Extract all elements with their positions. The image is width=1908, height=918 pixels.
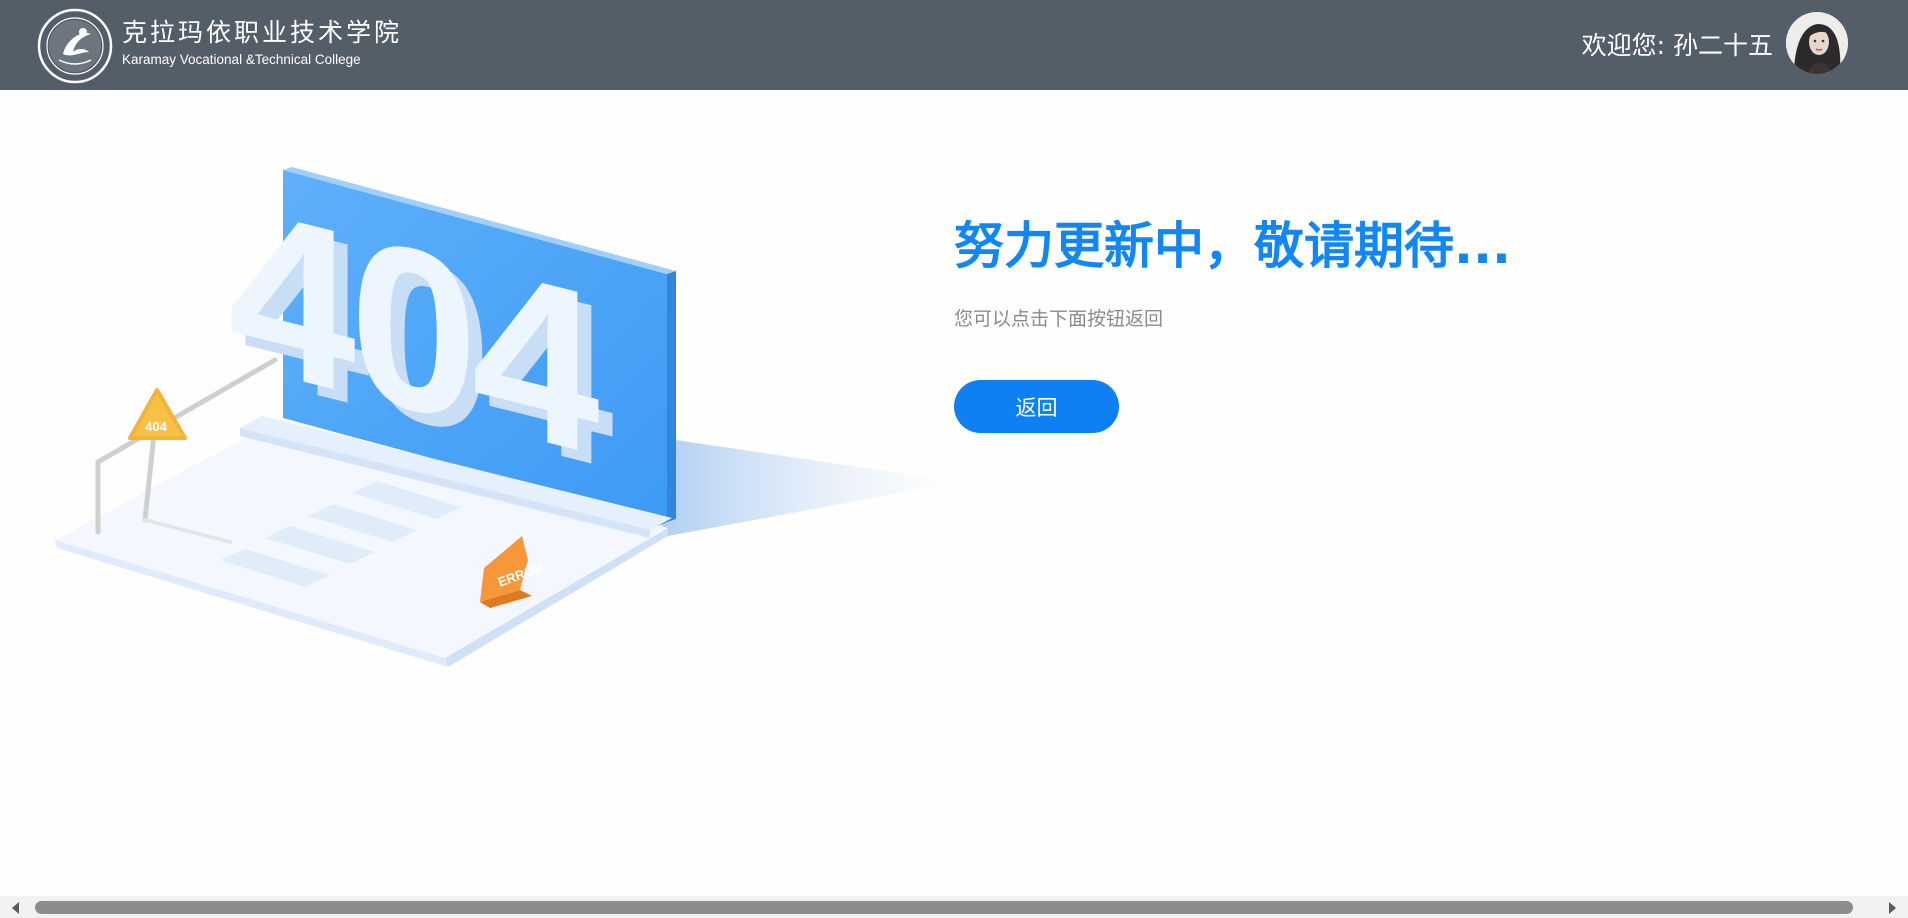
scroll-right-arrow-icon[interactable] [1889, 902, 1896, 914]
page-title: 努力更新中，敬请期待... [954, 217, 1511, 275]
user-avatar-icon [1786, 12, 1848, 74]
college-brand: 克拉玛依职业技术学院 Karamay Vocational &Technical… [122, 18, 402, 70]
college-name-en: Karamay Vocational &Technical College [122, 52, 361, 67]
back-button[interactable]: 返回 [954, 380, 1119, 433]
college-logo-icon[interactable] [37, 8, 113, 84]
top-header: 克拉玛依职业技术学院 Karamay Vocational &Technical… [0, 0, 1908, 90]
svg-text:404: 404 [145, 419, 167, 434]
welcome-text: 欢迎您: 孙二十五 [1581, 31, 1773, 60]
scroll-left-arrow-icon[interactable] [12, 902, 19, 914]
college-name-cn: 克拉玛依职业技术学院 [122, 18, 403, 47]
scrollbar-thumb[interactable] [35, 901, 1853, 914]
horizontal-scrollbar[interactable] [0, 896, 1908, 918]
404-illustration: 404 404 404 ERROR [55, 156, 960, 667]
page-subtitle: 您可以点击下面按钮返回 [954, 308, 1164, 330]
user-avatar[interactable] [1786, 12, 1848, 74]
